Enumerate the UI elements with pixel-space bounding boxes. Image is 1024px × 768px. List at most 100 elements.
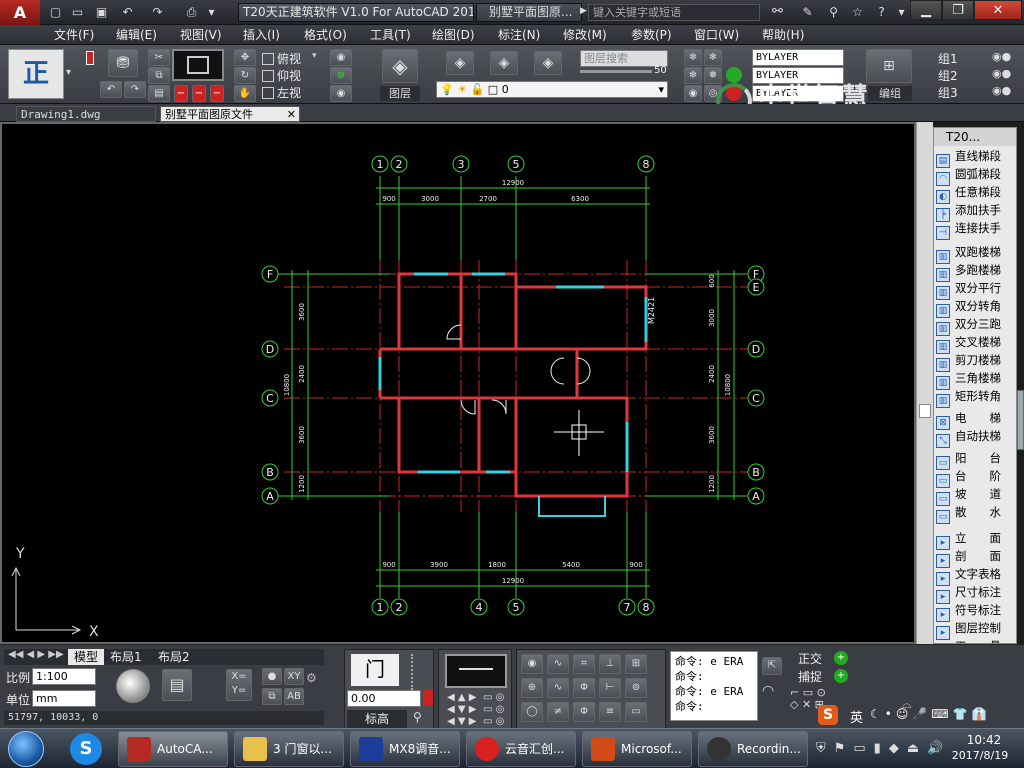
menu-dimension[interactable]: 标注(N)	[498, 27, 540, 43]
help-icon[interactable]: ?	[872, 3, 891, 21]
task-yunyin[interactable]: 云音汇创...	[466, 731, 576, 767]
application-menu-button[interactable]: A	[0, 0, 40, 25]
snowflake-icon-4[interactable]: ❅	[704, 67, 722, 84]
menu-view[interactable]: 视图(V)	[180, 27, 222, 43]
palette-item[interactable]: ╞ 添加扶手	[936, 202, 1016, 222]
eye-icon-1[interactable]: ◉	[330, 49, 352, 66]
green-go-icon[interactable]	[726, 67, 742, 83]
cloud-tool-icon[interactable]: ◯	[521, 702, 543, 722]
palette-item[interactable]: ▥ 双跑楼梯	[936, 244, 1016, 264]
communication-center-icon[interactable]: ✎	[798, 3, 817, 21]
palette-item[interactable]: ▥ 矩形转角	[936, 388, 1016, 408]
list-tool-icon[interactable]: ≡	[599, 702, 621, 722]
navigation-arrows-icon[interactable]: ◀ ▲ ▶ ◀ ▼ ▶ ◀ ▼ ▶	[447, 692, 476, 728]
eye-icon-2[interactable]: ◉	[330, 85, 352, 102]
elevation-remove-icon[interactable]	[423, 690, 433, 706]
scale-combo[interactable]: 1:100	[32, 668, 96, 685]
task-recording[interactable]: Recordin...	[698, 731, 808, 767]
start-button[interactable]	[8, 731, 44, 767]
menu-edit[interactable]: 编辑(E)	[116, 27, 157, 43]
group-edit-icon[interactable]: ⊞	[866, 49, 912, 83]
palette-item[interactable]: ▭ 台 阶	[936, 468, 1016, 488]
wiper-icon[interactable]: ◠	[762, 683, 782, 699]
menu-insert[interactable]: 插入(I)	[243, 27, 280, 43]
tab-layout2[interactable]: 布局2	[158, 649, 190, 665]
command-expand-icon[interactable]: ⇱	[762, 657, 782, 675]
palette-item[interactable]: ▭ 坡 道	[936, 486, 1016, 506]
binoculars-icon[interactable]: ⚯	[768, 3, 787, 21]
copy-icon[interactable]: ⧉	[148, 67, 170, 84]
paste-icon[interactable]: ▤	[148, 85, 170, 102]
snowflake-icon-2[interactable]: ❄	[704, 49, 722, 66]
group-item-2[interactable]: 组2	[938, 67, 958, 84]
ab-text-icon[interactable]: AB	[284, 688, 304, 705]
palette-item[interactable]: ▥ 双分平行	[936, 280, 1016, 300]
menu-draw[interactable]: 绘图(D)	[432, 27, 475, 43]
palette-item[interactable]: ▥ 交叉楼梯	[936, 334, 1016, 354]
gear-icon-1[interactable]: ⚙	[306, 671, 317, 685]
current-layer-combo[interactable]: 💡 ☀ 🔓 □ 0 ▾	[436, 81, 668, 98]
view-dropdown-icon[interactable]: ▾	[312, 51, 317, 61]
split-tool-icon[interactable]: ≠	[547, 702, 569, 722]
minimize-window-button[interactable]: ▁	[910, 0, 942, 20]
arrow-left-icon[interactable]: ↶	[100, 81, 122, 98]
stamp-tool-icon[interactable]: ⛃	[108, 49, 138, 77]
wave-tool-icon[interactable]: ∿	[547, 654, 569, 674]
menu-tools[interactable]: 工具(T)	[370, 27, 411, 43]
snap-on-icon[interactable]: +	[834, 669, 848, 683]
palette-item[interactable]: ▸ 尺寸标注	[936, 584, 1016, 604]
palette-item[interactable]: ⊣ 连接扶手	[936, 220, 1016, 240]
layer-on-icon[interactable]: ◉	[684, 85, 702, 102]
palette-item[interactable]: ⤡ 自动扶梯	[936, 428, 1016, 448]
grid-tool-icon[interactable]: ⊞	[625, 654, 647, 674]
menu-modify[interactable]: 修改(M)	[563, 27, 607, 43]
help-dropdown-icon[interactable]: ▾	[892, 3, 911, 21]
close-window-button[interactable]: ✕	[974, 0, 1022, 20]
color-combo[interactable]: BYLAYER	[752, 49, 844, 66]
palette-item[interactable]: ◠ 圆弧梯段	[936, 166, 1016, 186]
stop-icon-1[interactable]: −	[174, 85, 188, 102]
quick-access-dropdown-icon[interactable]: ▾	[202, 3, 221, 21]
stop-icon-2[interactable]: −	[192, 85, 206, 102]
palette-item[interactable]: ▥ 多跑楼梯	[936, 262, 1016, 282]
hand-icon[interactable]: ✋	[234, 85, 256, 102]
tab-layout1[interactable]: 布局1	[110, 649, 142, 665]
mini-view-icon[interactable]	[445, 654, 507, 688]
ball-icon[interactable]: ●	[262, 668, 282, 685]
undo-icon[interactable]: ↶	[118, 3, 137, 21]
close-tab-icon[interactable]: ✕	[287, 107, 296, 122]
drawing-canvas[interactable]: M2421 1 2 3 5 8 1 2 4 5 7 8 F D C B A F …	[0, 122, 916, 644]
menu-window[interactable]: 窗口(W)	[694, 27, 739, 43]
orbit-icon[interactable]: ↻	[234, 67, 256, 84]
layer-iso-icon[interactable]: ◈	[446, 51, 474, 75]
branch-tool-icon[interactable]: ⊢	[599, 678, 621, 698]
sogou-browser-icon[interactable]: S	[70, 733, 102, 765]
snowflake-icon-3[interactable]: ❄	[684, 67, 702, 84]
tab-model[interactable]: 模型	[68, 649, 105, 665]
arrow-right-icon[interactable]: ↷	[124, 81, 146, 98]
canvas-vertical-scrollbar[interactable]	[916, 122, 933, 644]
add-view-icon[interactable]: ⊕	[330, 67, 352, 84]
system-tray-icons[interactable]: ⛨⚑▭▮◆⏏🔊	[816, 741, 951, 756]
new-file-icon[interactable]: ▢	[46, 3, 65, 21]
snowflake-icon-1[interactable]: ❄	[684, 49, 702, 66]
palette-item[interactable]: ▥ 双分转角	[936, 298, 1016, 318]
group-item-3[interactable]: 组3	[938, 84, 958, 101]
layer-slider-track[interactable]	[580, 70, 652, 73]
t20-logo[interactable]: 正	[8, 49, 64, 99]
menu-format[interactable]: 格式(O)	[304, 27, 347, 43]
palette-scroll-handle[interactable]	[1017, 390, 1024, 450]
palette-item[interactable]: ◐ 任意梯段	[936, 184, 1016, 204]
palette-item[interactable]: ▥ 三角楼梯	[936, 370, 1016, 390]
tab-villa-plan[interactable]: 别墅平面图原文件 ✕	[160, 106, 300, 122]
person-icon[interactable]: ⚲	[413, 710, 422, 724]
copy-text-icon[interactable]: ⧉	[262, 688, 282, 705]
key-icon[interactable]: ⚲	[824, 3, 843, 21]
ime-mode-label[interactable]: 英	[850, 707, 863, 726]
status-tray-icon[interactable]: ⌓	[902, 697, 912, 712]
cylinder-tool-icon[interactable]: ◉	[521, 654, 543, 674]
table-tool-icon[interactable]: ▭	[625, 702, 647, 722]
viewport-preview-icon[interactable]	[172, 49, 224, 81]
pan-icon[interactable]: ✥	[234, 49, 256, 66]
palette-item[interactable]: ▤ 直线梯段	[936, 148, 1016, 168]
